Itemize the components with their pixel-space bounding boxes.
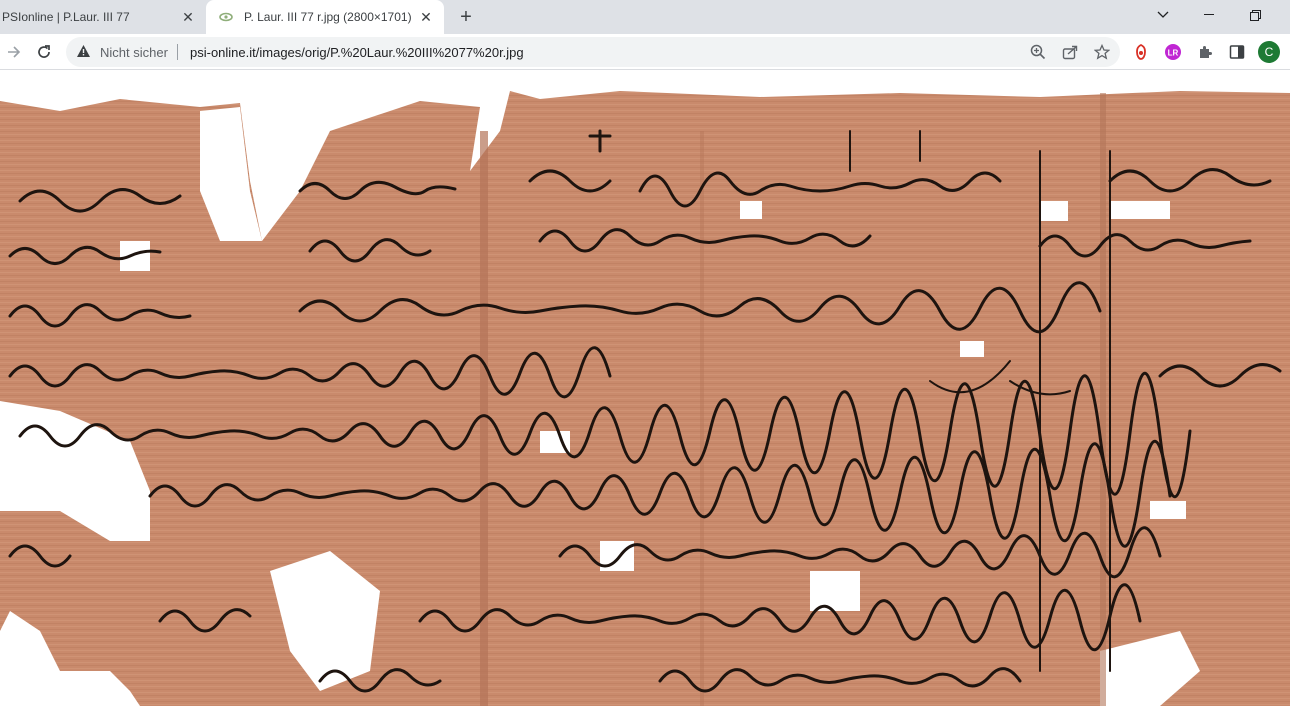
security-label[interactable]: Nicht sicher xyxy=(100,45,168,60)
papyrus-hole xyxy=(1040,201,1068,221)
extension-pink-icon[interactable]: LR xyxy=(1162,41,1184,63)
tab-title: P. Laur. III 77 r.jpg (2800×1701) xyxy=(244,10,412,24)
share-icon[interactable] xyxy=(1060,42,1080,62)
papyrus-hole xyxy=(1110,201,1170,219)
papyrus-hole xyxy=(740,201,762,219)
close-icon[interactable]: ✕ xyxy=(418,9,434,25)
image-favicon-icon xyxy=(218,9,234,25)
papyrus-hole xyxy=(810,571,860,611)
tab-strip: PSIonline | P.Laur. III 77 ✕ P. Laur. II… xyxy=(0,0,1290,34)
forward-arrow-icon[interactable] xyxy=(0,38,28,66)
reload-icon[interactable] xyxy=(30,38,58,66)
papyrus-hole xyxy=(120,241,150,271)
tab-search-chevron-icon[interactable] xyxy=(1140,0,1186,30)
papyrus-image xyxy=(0,91,1290,706)
papyrus-hole xyxy=(1150,501,1186,519)
minimize-button[interactable] xyxy=(1186,0,1232,30)
tab-image[interactable]: P. Laur. III 77 r.jpg (2800×1701) ✕ xyxy=(206,0,444,34)
side-panel-icon[interactable] xyxy=(1226,41,1248,63)
extension-red-icon[interactable] xyxy=(1130,41,1152,63)
url-text[interactable]: psi-online.it/images/orig/P.%20Laur.%20I… xyxy=(190,45,524,60)
zoom-icon[interactable] xyxy=(1028,42,1048,62)
restore-button[interactable] xyxy=(1232,0,1278,30)
fold-line xyxy=(1100,93,1106,706)
tab-psionline[interactable]: PSIonline | P.Laur. III 77 ✕ xyxy=(0,0,206,34)
omnibox-divider xyxy=(177,44,178,60)
svg-text:LR: LR xyxy=(1168,49,1179,58)
papyrus-hole xyxy=(960,341,984,357)
image-viewport xyxy=(0,71,1290,706)
fold-line xyxy=(700,131,704,706)
browser-toolbar: Nicht sicher psi-online.it/images/orig/P… xyxy=(0,34,1290,70)
extensions-puzzle-icon[interactable] xyxy=(1194,41,1216,63)
new-tab-button[interactable]: + xyxy=(455,6,477,28)
tab-title: PSIonline | P.Laur. III 77 xyxy=(2,10,130,24)
address-bar[interactable]: Nicht sicher psi-online.it/images/orig/P… xyxy=(66,37,1120,67)
profile-avatar[interactable]: C xyxy=(1258,41,1280,63)
bookmark-star-icon[interactable] xyxy=(1092,42,1112,62)
close-icon[interactable]: ✕ xyxy=(180,9,196,25)
warning-icon[interactable] xyxy=(76,44,91,63)
